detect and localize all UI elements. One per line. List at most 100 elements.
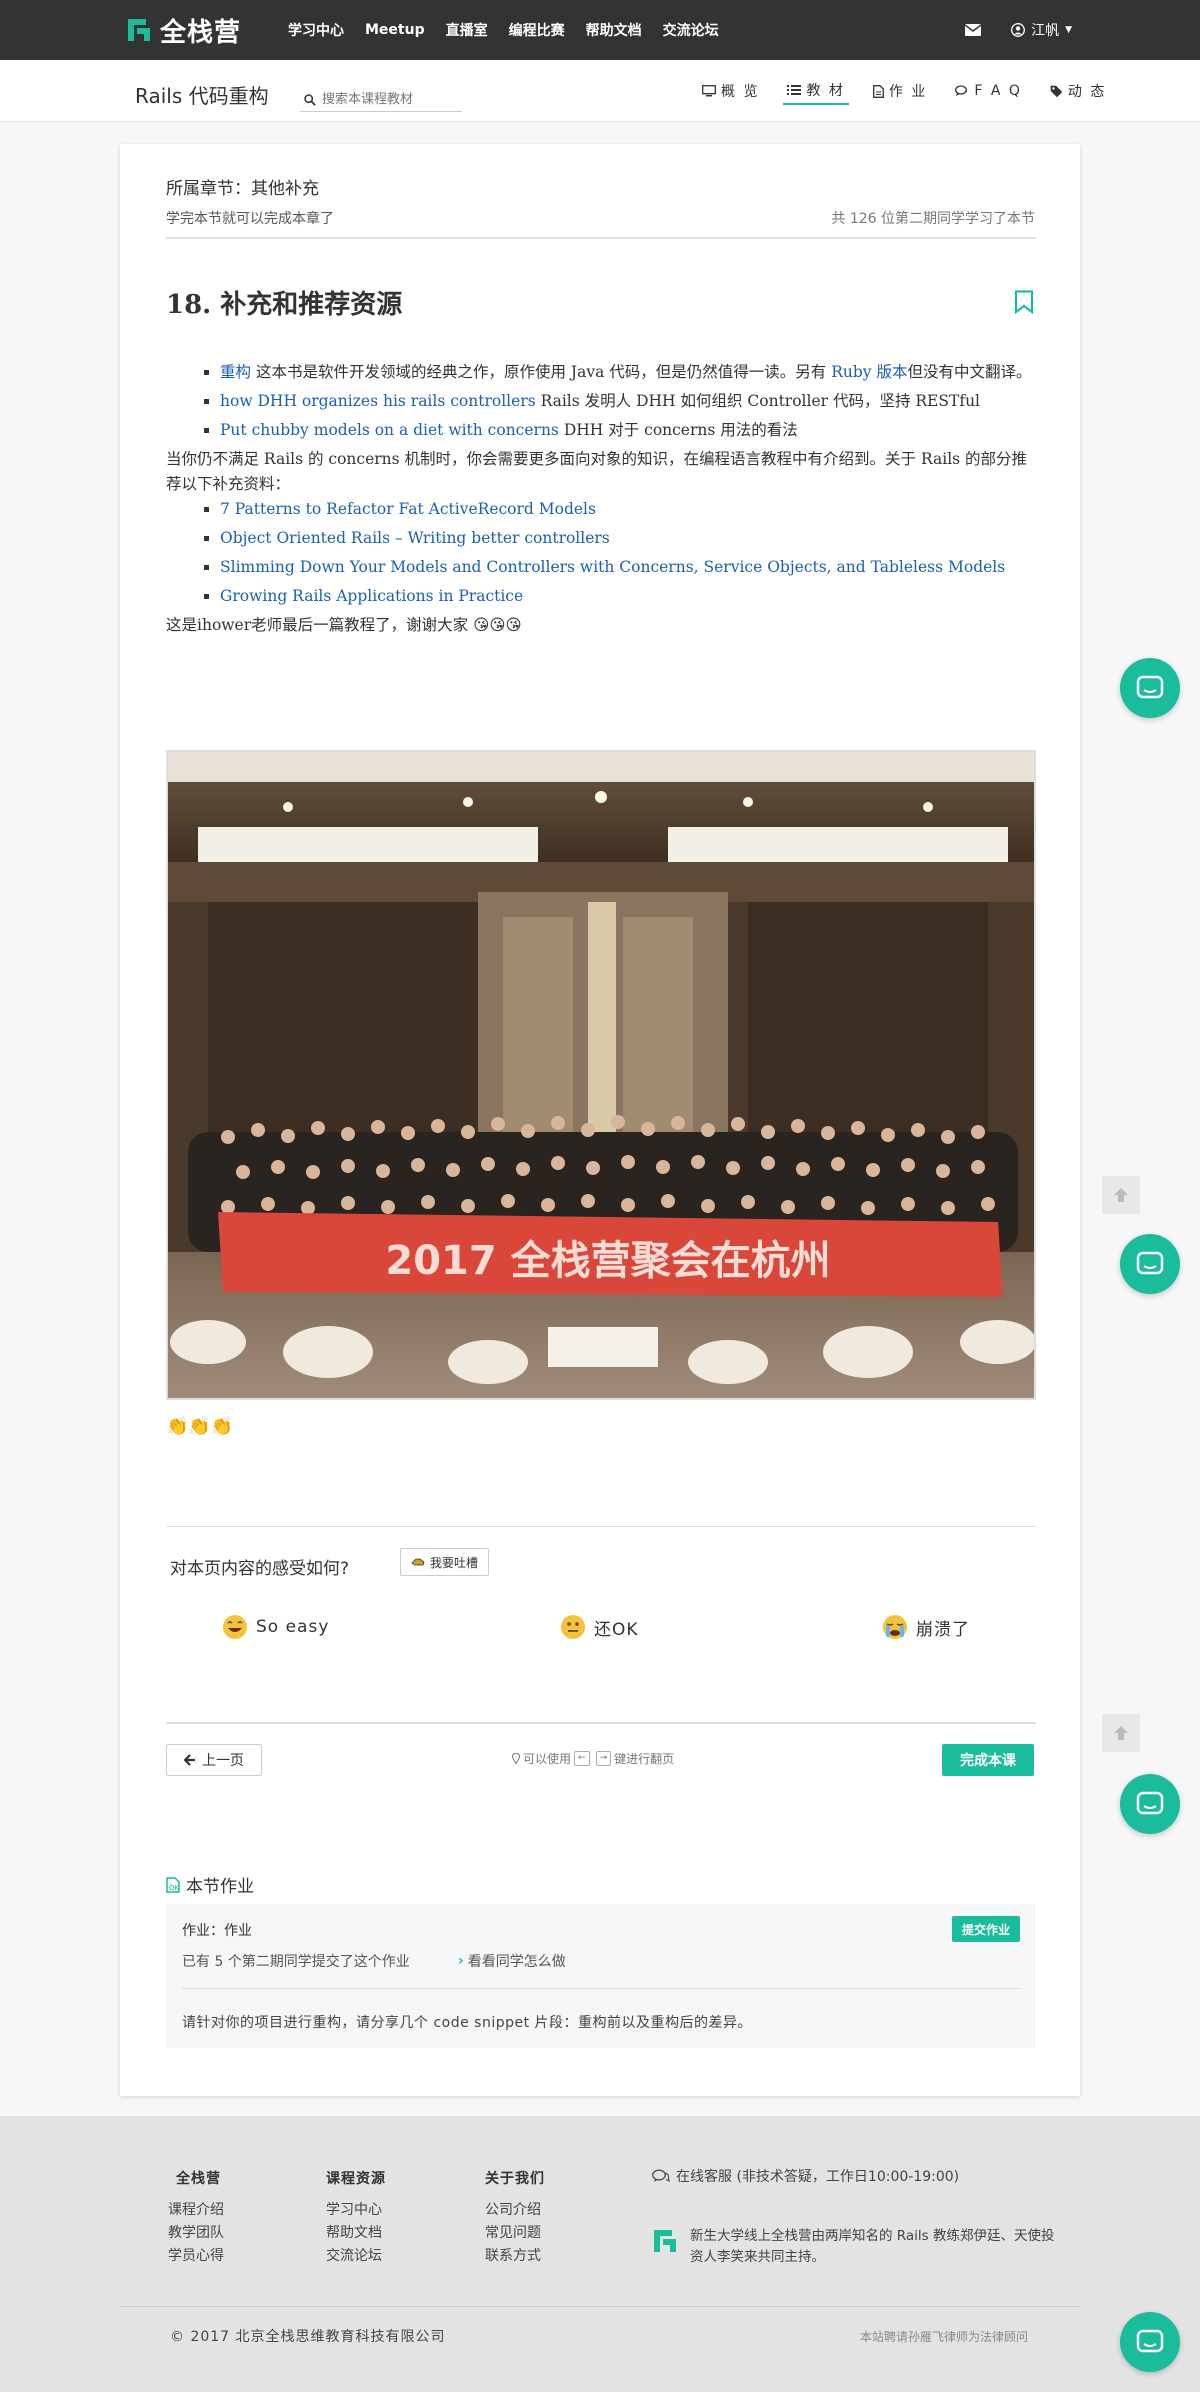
footer-link-contact[interactable]: 联系方式: [485, 2245, 545, 2268]
tab-homework[interactable]: 作 业: [869, 77, 931, 105]
see-classmates-link[interactable]: › 看看同学怎么做: [458, 1951, 566, 1971]
site-logo[interactable]: 全栈营: [124, 12, 241, 48]
nav-link-live-room[interactable]: 直播室: [446, 20, 488, 40]
chat-bubble-icon: [1136, 1251, 1164, 1275]
kiss-emoji: 😘😘😘: [473, 616, 522, 634]
chat-support-button[interactable]: [1120, 2312, 1180, 2372]
homework-name: 作业：作业: [182, 1923, 252, 1939]
list-icon: [787, 85, 802, 95]
complete-lesson-button[interactable]: 完成本课: [942, 1744, 1034, 1776]
chapter-label: 所属章节：其他补充: [166, 179, 319, 199]
search-icon: [304, 93, 316, 106]
pager-hint-suffix: 键进行翻页: [614, 1752, 675, 1766]
link-ruby-edition[interactable]: Ruby 版本: [831, 363, 907, 381]
back-to-top-button[interactable]: [1102, 1714, 1140, 1752]
footer-link-course-intro[interactable]: 课程介绍: [168, 2199, 224, 2222]
user-menu[interactable]: 江帆 ▼: [1011, 20, 1072, 40]
footer-about: 新生大学线上全栈营由两岸知名的 Rails 教练郑伊廷、天使投资人李笑来共同主持…: [650, 2226, 1066, 2268]
footer-link-team[interactable]: 教学团队: [168, 2222, 224, 2245]
tab-activity-label: 动 态: [1067, 84, 1107, 100]
neutral-face-icon: [561, 1615, 585, 1639]
chapter-hint: 学完本节就可以完成本章了: [166, 211, 334, 227]
rating-easy-label: So easy: [256, 1617, 330, 1637]
homework-box: 作业：作业 提交作业 已有 5 个第二期同学提交了这个作业 › 看看同学怎么做 …: [166, 1904, 1036, 2048]
course-search-input[interactable]: [322, 92, 462, 107]
chat-support-button[interactable]: [1120, 658, 1180, 718]
list-item-text: 但没有中文翻译。: [907, 363, 1032, 381]
tab-overview[interactable]: 概 览: [698, 77, 763, 105]
footer-link-learning-center[interactable]: 学习中心: [326, 2199, 386, 2222]
top-navbar: 全栈营 学习中心 Meetup 直播室 编程比赛 帮助文档 交流论坛 江帆 ▼: [0, 0, 1200, 60]
rating-ok[interactable]: 还OK: [560, 1614, 639, 1640]
comments-icon: [652, 2169, 670, 2183]
footer-link-help-docs[interactable]: 帮助文档: [326, 2222, 386, 2245]
laughing-face-icon: [223, 1615, 247, 1639]
bookmark-icon[interactable]: [1014, 290, 1034, 314]
list-item-text: 这本书是软件开发领域的经典之作，原作使用 Java 代码，但是仍然值得一读。另有: [251, 363, 832, 381]
group-photo-image: 2017 全栈营聚会在杭州: [168, 752, 1034, 1398]
link-chubby-models[interactable]: Put chubby models on a diet with concern…: [220, 421, 559, 439]
link-slimming-models[interactable]: Slimming Down Your Models and Controller…: [220, 558, 1005, 576]
list-item: Object Oriented Rails – Writing better c…: [220, 526, 1036, 551]
main-nav: 学习中心 Meetup 直播室 编程比赛 帮助文档 交流论坛: [288, 0, 740, 60]
complain-button[interactable]: 我要吐槽: [400, 1548, 490, 1576]
divider: [166, 1722, 1036, 1724]
link-7-patterns[interactable]: 7 Patterns to Refactor Fat ActiveRecord …: [220, 500, 596, 518]
lesson-content: 重构 这本书是软件开发领域的经典之作，原作使用 Java 代码，但是仍然值得一读…: [166, 360, 1036, 638]
key-right: →: [595, 1751, 612, 1766]
envelope-icon[interactable]: [965, 24, 982, 36]
footer-col-heading: 课程资源: [326, 2171, 386, 2187]
footer-col-brand: 全栈营 课程介绍 教学团队 学员心得: [168, 2168, 224, 2268]
learners-count: 共 126 位第二期同学学习了本节: [831, 211, 1035, 227]
rating-easy[interactable]: So easy: [222, 1614, 329, 1640]
nav-link-meetup[interactable]: Meetup: [365, 22, 425, 38]
prev-page-label: 上一页: [202, 1753, 244, 1769]
footer-online-service[interactable]: 在线客服 (非技术答疑，工作日10:00-19:00): [652, 2166, 959, 2186]
nav-link-contest[interactable]: 编程比赛: [509, 20, 565, 40]
tab-activity[interactable]: 动 态: [1046, 77, 1110, 105]
list-item: Put chubby models on a diet with concern…: [220, 418, 1036, 443]
footer-logo-icon: [654, 2230, 676, 2252]
chevron-right-icon: ›: [458, 1953, 464, 1969]
footer-about-text: 新生大学线上全栈营由两岸知名的 Rails 教练郑伊廷、天使投资人李笑来共同主持…: [690, 2228, 1055, 2265]
rating-ok-label: 还OK: [594, 1619, 639, 1640]
footer-col-about: 关于我们 公司介绍 常见问题 联系方式: [485, 2168, 545, 2268]
back-to-top-button[interactable]: [1102, 1176, 1140, 1214]
closing-text: 这是ihower老师最后一篇教程了，谢谢大家: [166, 616, 469, 634]
footer-link-testimonials[interactable]: 学员心得: [168, 2245, 224, 2268]
site-footer: 全栈营 课程介绍 教学团队 学员心得 课程资源 学习中心 帮助文档 交流论坛 关…: [0, 2116, 1200, 2392]
nav-link-learning-center[interactable]: 学习中心: [288, 20, 344, 40]
link-refactoring-book[interactable]: 重构: [220, 363, 251, 381]
chat-support-button[interactable]: [1120, 1774, 1180, 1834]
resource-list-primary: 重构 这本书是软件开发领域的经典之作，原作使用 Java 代码，但是仍然值得一读…: [166, 360, 1036, 443]
key-left: ←: [574, 1751, 590, 1766]
tab-faq[interactable]: F A Q: [951, 77, 1026, 105]
link-dhh-controllers[interactable]: how DHH organizes his rails controllers: [220, 392, 536, 410]
file-icon: [872, 84, 884, 98]
link-oo-rails[interactable]: Object Oriented Rails – Writing better c…: [220, 529, 610, 547]
footer-link-faq[interactable]: 常见问题: [485, 2222, 545, 2245]
footer-link-forum[interactable]: 交流论坛: [326, 2245, 386, 2268]
chat-bubble-icon: [1136, 675, 1164, 699]
list-item: how DHH organizes his rails controllers …: [220, 389, 1036, 414]
link-growing-rails[interactable]: Growing Rails Applications in Practice: [220, 587, 523, 605]
clap-emoji: 👏👏👏: [166, 1416, 234, 1437]
footer-link-company[interactable]: 公司介绍: [485, 2199, 545, 2222]
tab-overview-label: 概 览: [721, 84, 760, 100]
list-item: Growing Rails Applications in Practice: [220, 584, 1036, 609]
footer-col-heading: 关于我们: [485, 2171, 545, 2187]
homework-section-label: 本节作业: [186, 1877, 254, 1897]
map-marker-icon: [512, 1753, 520, 1764]
lesson-card: 所属章节：其他补充 学完本节就可以完成本章了 共 126 位第二期同学学习了本节…: [120, 144, 1080, 2096]
chat-support-button[interactable]: [1120, 1234, 1180, 1294]
nav-right: 江帆 ▼: [965, 0, 1072, 60]
nav-link-forum[interactable]: 交流论坛: [663, 20, 719, 40]
rating-crashed[interactable]: 崩溃了: [882, 1614, 970, 1640]
group-photo: 2017 全栈营聚会在杭州: [166, 750, 1036, 1400]
prev-page-button[interactable]: 上一页: [166, 1744, 262, 1776]
pager-hint: 可以使用 ← → 键进行翻页: [512, 1750, 674, 1767]
submit-homework-button[interactable]: 提交作业: [951, 1916, 1020, 1942]
tab-materials[interactable]: 教 材: [783, 77, 849, 105]
list-item: 重构 这本书是软件开发领域的经典之作，原作使用 Java 代码，但是仍然值得一读…: [220, 360, 1036, 385]
nav-link-help-docs[interactable]: 帮助文档: [586, 20, 642, 40]
